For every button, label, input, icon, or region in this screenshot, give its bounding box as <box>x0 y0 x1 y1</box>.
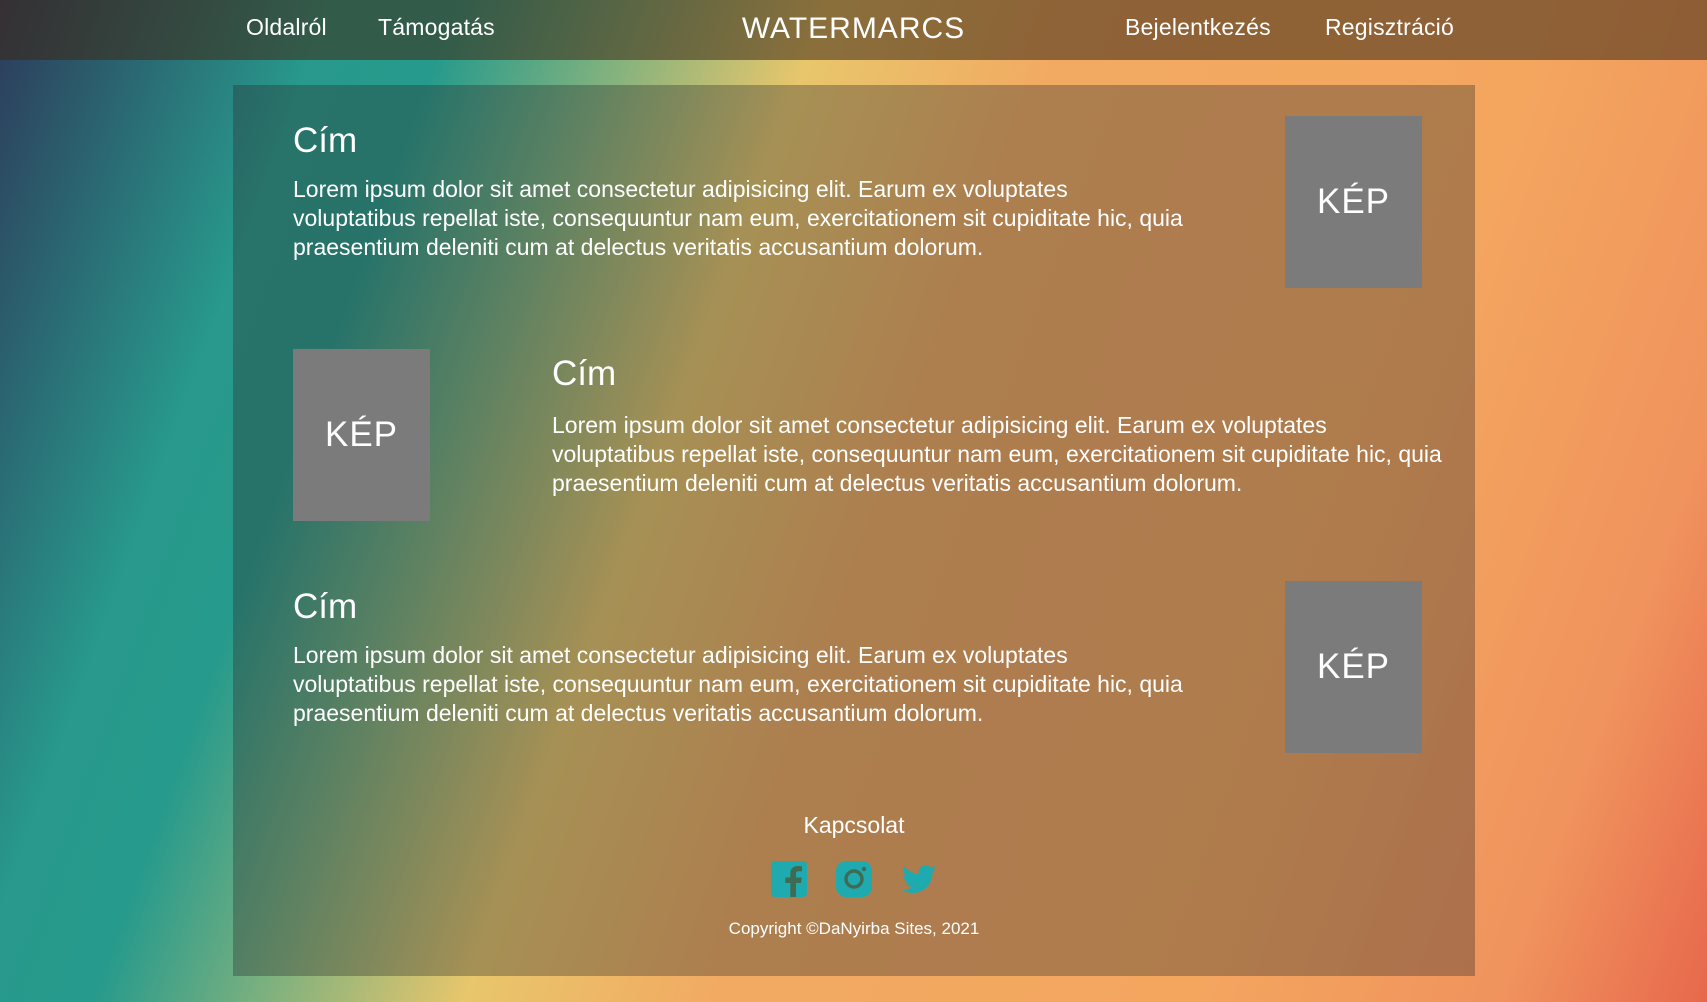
copyright-text: Copyright ©DaNyirba Sites, 2021 <box>728 919 980 938</box>
facebook-icon[interactable] <box>770 860 808 898</box>
content-section-2: Cím Lorem ipsum dolor sit amet consectet… <box>552 354 1452 498</box>
section-title: Cím <box>293 121 358 160</box>
twitter-icon[interactable] <box>900 860 938 898</box>
social-links <box>233 860 1475 898</box>
nav-link-login[interactable]: Bejelentkezés <box>1125 14 1271 41</box>
nav-link-register[interactable]: Regisztráció <box>1325 14 1454 41</box>
image-placeholder-1: KÉP <box>1285 116 1422 288</box>
image-placeholder-2: KÉP <box>293 349 430 521</box>
section-text: Lorem ipsum dolor sit amet consectetur a… <box>293 642 1183 726</box>
content-card: Cím Lorem ipsum dolor sit amet consectet… <box>233 85 1475 976</box>
content-section-1: Cím Lorem ipsum dolor sit amet consectet… <box>293 121 1193 262</box>
instagram-icon[interactable] <box>835 860 873 898</box>
section-title: Cím <box>293 587 358 626</box>
contact-heading: Kapcsolat <box>803 812 905 838</box>
section-text: Lorem ipsum dolor sit amet consectetur a… <box>552 412 1442 496</box>
content-section-3: Cím Lorem ipsum dolor sit amet consectet… <box>293 587 1193 728</box>
section-title: Cím <box>552 354 617 393</box>
brand-link[interactable]: WATERMARCS <box>742 12 965 45</box>
top-navigation-bar: Oldalról Támogatás WATERMARCS Bejelentke… <box>0 0 1707 60</box>
image-placeholder-3: KÉP <box>1285 581 1422 753</box>
section-text: Lorem ipsum dolor sit amet consectetur a… <box>293 176 1183 260</box>
